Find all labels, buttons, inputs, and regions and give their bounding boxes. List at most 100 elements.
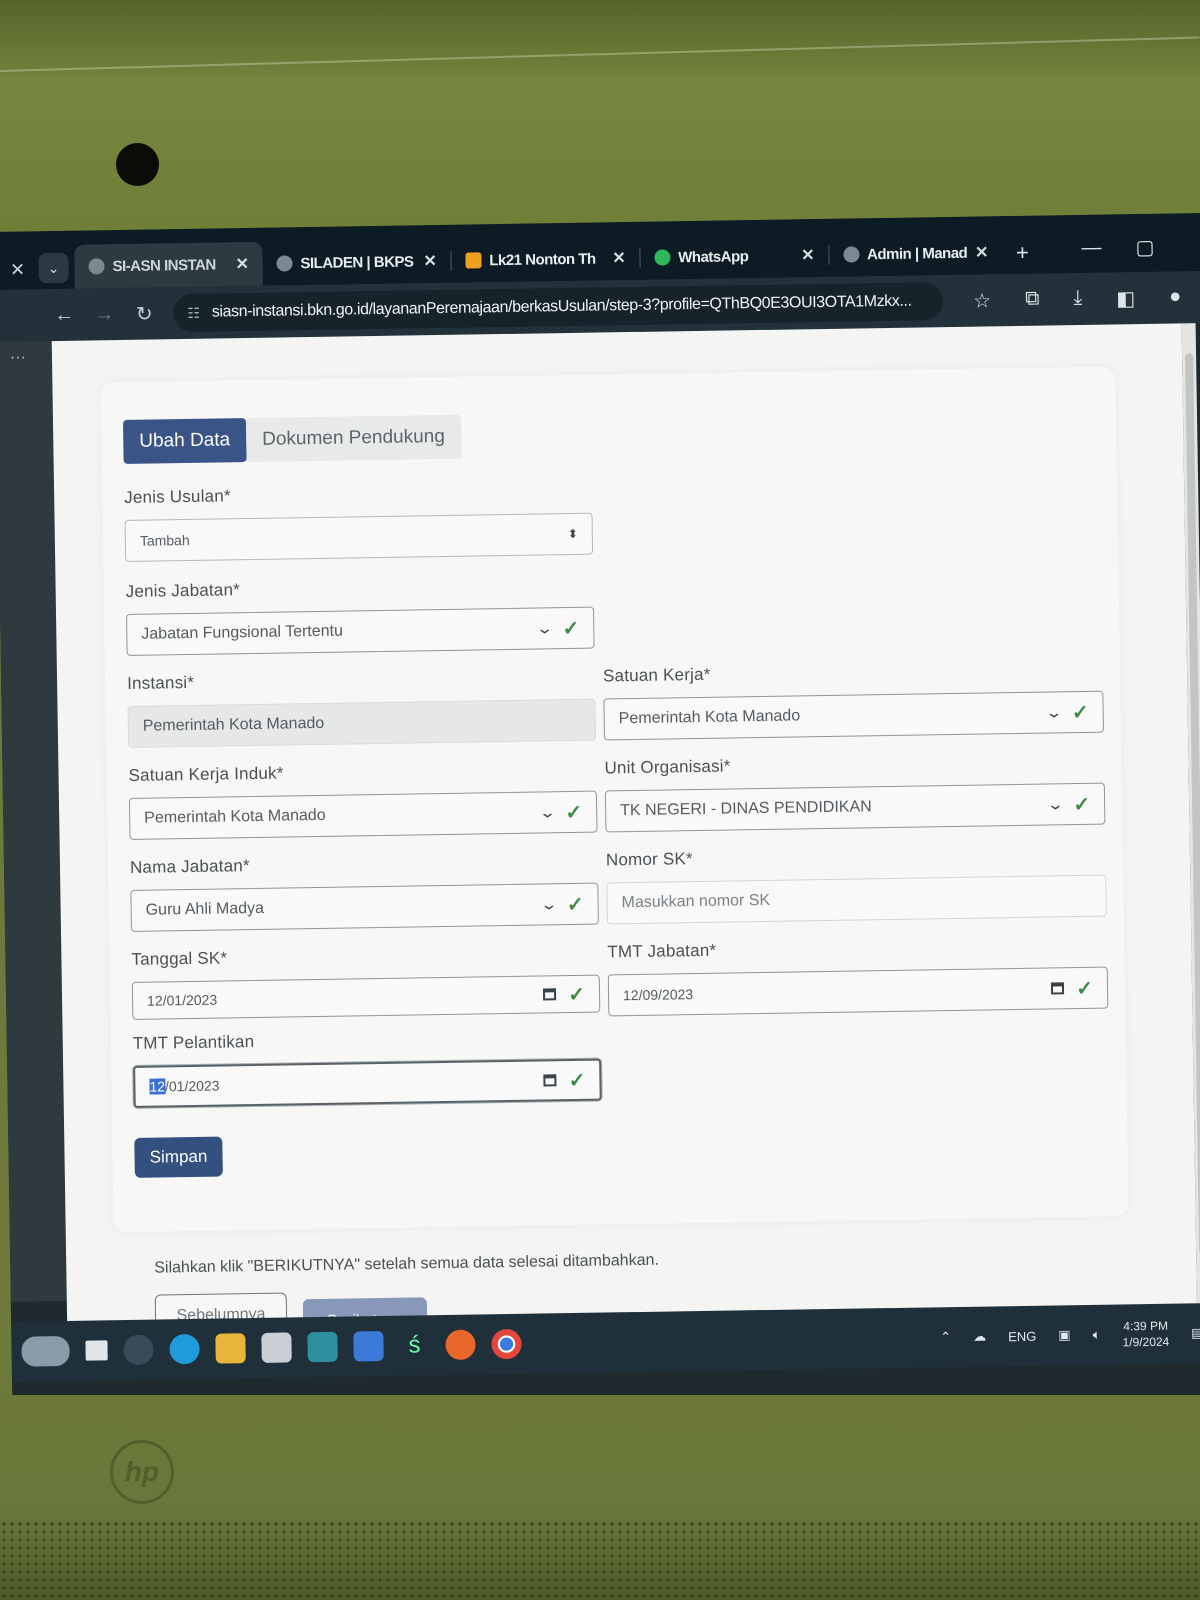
instansi-value: Pemerintah Kota Manado bbox=[142, 714, 325, 735]
nomor-sk-label: Nomor SK* bbox=[605, 849, 693, 870]
calendar-icon[interactable] bbox=[1051, 982, 1065, 995]
simpan-button[interactable]: Simpan bbox=[134, 1136, 223, 1178]
check-icon: ✓ bbox=[566, 893, 584, 916]
page-viewport: Ubah Data Dokumen Pendukung Jenis Usulan… bbox=[51, 323, 1198, 1346]
nomor-sk-input[interactable]: Masukkan nomor SK bbox=[606, 874, 1107, 925]
hp-logo: hp bbox=[110, 1440, 174, 1504]
check-icon: ✓ bbox=[1076, 977, 1094, 1000]
more-icon[interactable]: ⋯ bbox=[0, 341, 52, 374]
tmt-pelantikan-input[interactable]: 12/01/2023 ✓ bbox=[133, 1058, 602, 1108]
browser-tab-admin[interactable]: Admin | Manad ✕ bbox=[829, 230, 1003, 277]
jenis-jabatan-select[interactable]: Jabatan Fungsional Tertentu ⌄ ✓ bbox=[126, 606, 595, 656]
selected-date-segment: 12 bbox=[149, 1078, 166, 1095]
satuan-kerja-label: Satuan Kerja* bbox=[602, 664, 711, 686]
reload-icon[interactable]: ↻ bbox=[133, 301, 155, 326]
select-arrows-icon: ⬍ bbox=[567, 526, 578, 542]
jenis-usulan-select[interactable]: Tambah ⬍ bbox=[124, 512, 594, 562]
chrome-icon[interactable] bbox=[491, 1328, 522, 1360]
mail-icon[interactable] bbox=[307, 1331, 338, 1363]
clock-date: 1/9/2024 bbox=[1122, 1334, 1170, 1350]
jenis-jabatan-value: Jabatan Fungsional Tertentu bbox=[141, 622, 344, 643]
weather-widget-icon[interactable] bbox=[21, 1335, 70, 1367]
app-icon[interactable]: ś bbox=[399, 1330, 429, 1360]
tanggal-sk-label: Tanggal SK* bbox=[131, 948, 228, 969]
clock[interactable]: 4:39 PM 1/9/2024 bbox=[1122, 1318, 1169, 1351]
back-icon[interactable]: ← bbox=[53, 303, 75, 326]
cloud-icon[interactable]: ☁ bbox=[973, 1329, 986, 1345]
edge-icon[interactable] bbox=[169, 1333, 200, 1365]
tab-close-icon[interactable]: ✕ bbox=[801, 245, 814, 265]
site-info-icon[interactable]: ☷ bbox=[187, 304, 200, 321]
tab-ubah-data[interactable]: Ubah Data bbox=[122, 418, 247, 464]
chevron-down-icon: ⌄ bbox=[1044, 704, 1063, 722]
check-icon: ✓ bbox=[565, 801, 583, 824]
jenis-usulan-value: Tambah bbox=[139, 531, 190, 549]
firefox-icon[interactable] bbox=[445, 1329, 476, 1361]
address-bar[interactable]: ☷ siasn-instansi.bkn.go.id/layananPerema… bbox=[172, 282, 944, 333]
chevron-down-icon: ⌄ bbox=[538, 804, 557, 822]
browser-tab-lk21[interactable]: Lk21 Nonton Th ✕ bbox=[451, 236, 640, 283]
unit-organisasi-label: Unit Organisasi* bbox=[604, 756, 731, 778]
system-tray: ⌃ ☁ ENG ▣ 🔈︎ 4:39 PM 1/9/2024 ▤ bbox=[940, 1317, 1200, 1354]
network-icon[interactable]: ▣ bbox=[1058, 1327, 1071, 1343]
chevron-down-icon: ⌄ bbox=[535, 620, 554, 638]
forward-icon[interactable]: → bbox=[93, 303, 115, 326]
bookmark-star-icon[interactable]: ☆ bbox=[973, 288, 991, 313]
task-view-icon[interactable] bbox=[85, 1340, 108, 1361]
satuan-kerja-induk-label: Satuan Kerja Induk* bbox=[128, 763, 284, 785]
jenis-usulan-label: Jenis Usulan* bbox=[124, 486, 231, 507]
laptop-screen: ✕ ⌄ SI-ASN INSTAN ✕ SILADEN | BKPS ✕ Lk2… bbox=[0, 212, 1200, 1432]
check-icon: ✓ bbox=[568, 983, 586, 1006]
volume-icon[interactable]: 🔈︎ bbox=[1093, 1327, 1101, 1343]
new-tab-icon[interactable]: + bbox=[1016, 240, 1029, 266]
minimize-icon[interactable]: — bbox=[1081, 236, 1101, 259]
chevron-up-icon[interactable]: ⌃ bbox=[940, 1329, 951, 1345]
tab-close-icon[interactable]: ✕ bbox=[423, 251, 436, 271]
unit-organisasi-select[interactable]: TK NEGERI - DINAS PENDIDIKAN ⌄ ✓ bbox=[604, 782, 1106, 833]
chevron-down-icon: ⌄ bbox=[1046, 796, 1065, 814]
tab-dokumen-pendukung[interactable]: Dokumen Pendukung bbox=[245, 414, 462, 463]
calendar-icon[interactable] bbox=[543, 988, 557, 1001]
download-icon[interactable]: ⤓ bbox=[1073, 286, 1082, 311]
satuan-kerja-induk-select[interactable]: Pemerintah Kota Manado ⌄ ✓ bbox=[128, 790, 598, 840]
calendar-icon[interactable] bbox=[543, 1074, 557, 1087]
window-controls: — ▢ bbox=[1081, 221, 1200, 273]
tab-close-icon[interactable]: ✕ bbox=[612, 248, 625, 268]
store-icon[interactable] bbox=[261, 1332, 292, 1363]
satuan-kerja-select[interactable]: Pemerintah Kota Manado ⌄ ✓ bbox=[603, 690, 1105, 741]
tab-label: Lk21 Nonton Th bbox=[489, 250, 596, 269]
tmt-jabatan-input[interactable]: 12/09/2023 ✓ bbox=[607, 966, 1109, 1017]
language-indicator[interactable]: ENG bbox=[1008, 1328, 1036, 1343]
check-icon: ✓ bbox=[1073, 793, 1091, 816]
nama-jabatan-value: Guru Ahli Madya bbox=[145, 899, 265, 919]
tab-close-icon[interactable]: ✕ bbox=[975, 242, 988, 262]
dropbox-icon[interactable] bbox=[353, 1331, 384, 1362]
toolbar-actions: ☆ ⧉ ⤓ ◧ ● bbox=[973, 285, 1181, 313]
browser-tab-whatsapp[interactable]: WhatsApp ✕ bbox=[640, 233, 829, 280]
tmt-jabatan-label: TMT Jabatan* bbox=[607, 940, 717, 962]
date-rest: /01/2023 bbox=[164, 1077, 220, 1095]
tmt-pelantikan-label: TMT Pelantikan bbox=[132, 1032, 255, 1053]
notification-icon[interactable]: ▤ bbox=[1191, 1325, 1200, 1341]
laptop-bezel-top bbox=[0, 0, 1200, 250]
browser-tab-siladen[interactable]: SILADEN | BKPS ✕ bbox=[262, 239, 451, 286]
tab-label: Admin | Manad bbox=[866, 244, 968, 263]
file-explorer-icon[interactable] bbox=[215, 1333, 246, 1364]
instansi-label: Instansi* bbox=[126, 672, 195, 693]
tanggal-sk-input[interactable]: 12/01/2023 ✓ bbox=[131, 974, 601, 1020]
maximize-icon[interactable]: ▢ bbox=[1135, 234, 1154, 259]
form-card: Ubah Data Dokumen Pendukung Jenis Usulan… bbox=[100, 366, 1129, 1233]
nama-jabatan-select[interactable]: Guru Ahli Madya ⌄ ✓ bbox=[130, 882, 599, 932]
tab-search-icon[interactable]: ⌄ bbox=[38, 252, 69, 284]
side-panel-icon[interactable]: ◧ bbox=[1116, 286, 1135, 311]
extensions-icon[interactable]: ⧉ bbox=[1025, 287, 1040, 312]
tmt-pelantikan-value: 12/01/2023 bbox=[149, 1072, 543, 1095]
chat-icon[interactable] bbox=[123, 1334, 154, 1366]
browser-tab-siasn[interactable]: SI-ASN INSTAN ✕ bbox=[74, 241, 263, 289]
siasn-favicon-icon bbox=[88, 258, 105, 275]
tab-close-icon[interactable]: ✕ bbox=[235, 254, 248, 274]
profile-icon[interactable]: ● bbox=[1169, 285, 1181, 310]
close-icon[interactable]: ✕ bbox=[2, 249, 33, 289]
tab-label: SILADEN | BKPS bbox=[300, 252, 414, 272]
admin-favicon-icon bbox=[842, 246, 860, 263]
